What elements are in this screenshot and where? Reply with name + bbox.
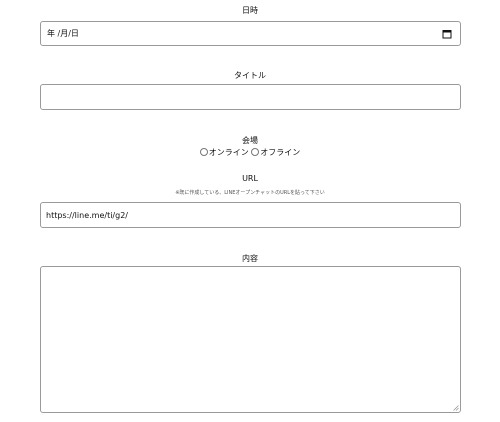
url-value: https://line.me/ti/g2/ bbox=[46, 211, 128, 220]
venue-label: 会場 bbox=[242, 136, 258, 145]
datetime-input[interactable]: 年 /月/日 bbox=[40, 21, 461, 46]
title-input[interactable] bbox=[40, 84, 461, 110]
content-textarea[interactable] bbox=[40, 266, 461, 413]
datetime-value: 年 /月/日 bbox=[47, 29, 79, 38]
venue-option-offline-label: オフライン bbox=[260, 148, 301, 157]
venue-option-online-label: オンライン bbox=[208, 148, 249, 157]
url-note: ※既に作成している、LINEオープンチャットのURLを貼って下さい bbox=[175, 190, 325, 196]
venue-options: オンライン オフライン bbox=[0, 147, 500, 158]
datetime-label: 日時 bbox=[242, 6, 258, 15]
url-label: URL bbox=[242, 174, 258, 183]
url-input[interactable]: https://line.me/ti/g2/ bbox=[40, 202, 461, 228]
radio-online[interactable] bbox=[199, 147, 208, 156]
venue-option-online[interactable]: オンライン bbox=[199, 147, 249, 157]
radio-offline[interactable] bbox=[251, 147, 260, 156]
title-label: タイトル bbox=[234, 71, 266, 80]
calendar-icon[interactable] bbox=[442, 29, 452, 39]
resize-grip-icon[interactable] bbox=[453, 405, 459, 411]
venue-option-offline[interactable]: オフライン bbox=[251, 147, 301, 157]
content-label: 内容 bbox=[242, 254, 258, 263]
